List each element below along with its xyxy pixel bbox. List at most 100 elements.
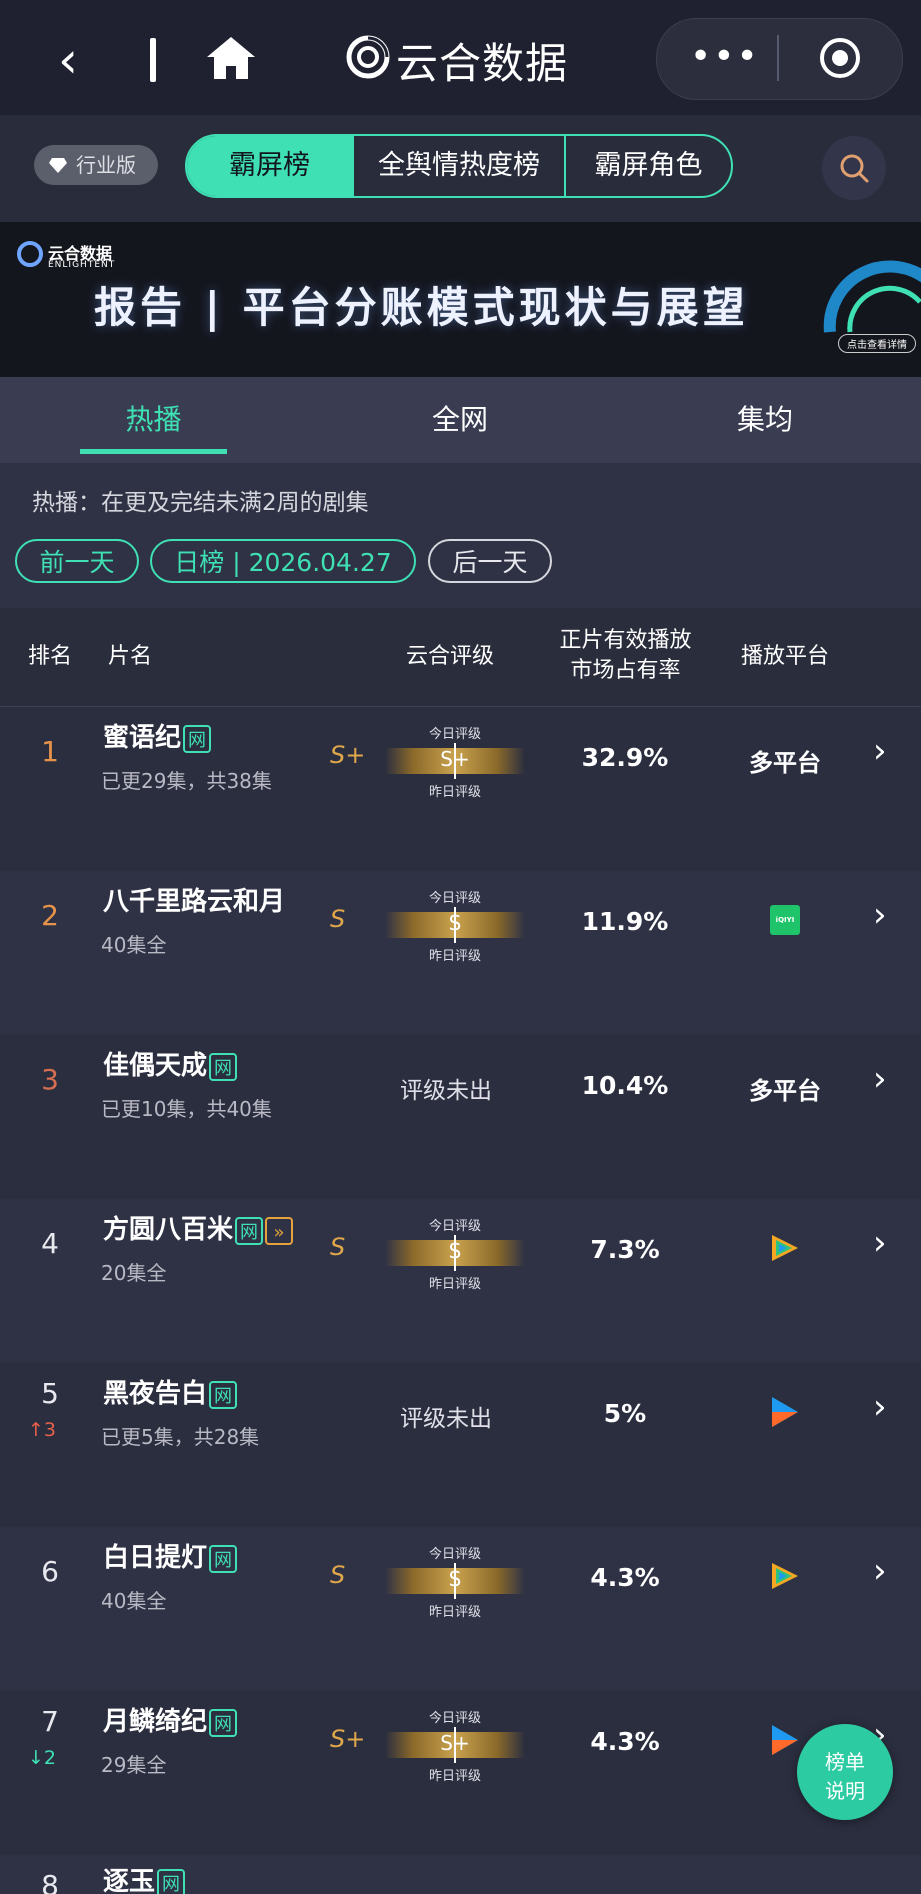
- table-row[interactable]: 4 方圆八百米网» 20集全 S 今日评级 S 昨日评级 7.3% ›: [0, 1199, 921, 1363]
- ranking-tab-group: 霸屏榜 全舆情热度榜 霸屏角色: [185, 134, 733, 198]
- grade-gauge: 今日评级 S+ 昨日评级: [385, 1701, 525, 1789]
- drama-name: 方圆八百米网»: [103, 1209, 294, 1246]
- episode-info: 40集全: [101, 933, 167, 957]
- drama-name: 黑夜告白网: [103, 1373, 238, 1410]
- rank-number: 5: [41, 1377, 59, 1410]
- close-target-icon[interactable]: [818, 36, 862, 80]
- home-icon[interactable]: [205, 35, 257, 81]
- rank-number: 4: [41, 1227, 59, 1260]
- market-share: 4.3%: [590, 1727, 660, 1756]
- rank-number: 3: [41, 1063, 59, 1096]
- grade-gauge: 今日评级 S+ 昨日评级: [385, 717, 525, 805]
- report-banner[interactable]: 云合数据 ENLIGHTENT 报告 | 平台分账模式现状与展望 点击查看详情: [0, 222, 921, 377]
- market-share: 10.4%: [581, 1071, 669, 1100]
- web-drama-tag: 网: [235, 1216, 264, 1245]
- banner-headline: 报告 | 平台分账模式现状与展望: [94, 283, 749, 332]
- drama-name: 白日提灯网: [103, 1537, 238, 1574]
- search-icon: [840, 154, 869, 183]
- chevron-right-icon[interactable]: ›: [873, 1551, 887, 1591]
- table-row[interactable]: 3 佳偶天成网 已更10集，共40集 评级未出 10.4% 多平台 ›: [0, 1035, 921, 1199]
- subtab-all-network[interactable]: 全网: [385, 377, 535, 463]
- rank-number: 6: [41, 1555, 59, 1588]
- web-drama-tag: 网: [209, 1380, 238, 1409]
- market-share: 32.9%: [581, 743, 669, 772]
- rank-number: 2: [41, 899, 59, 932]
- arrow-down-icon: ↓: [28, 1747, 44, 1769]
- hot-definition-note: 热播：在更及完结未满2周的剧集: [32, 490, 369, 516]
- grade-label: S+: [330, 741, 366, 769]
- arrow-up-icon: ↑: [28, 1419, 44, 1441]
- episode-info: 29集全: [101, 1753, 167, 1777]
- drama-name: 佳偶天成网: [103, 1045, 238, 1082]
- header-platform: 播放平台: [740, 644, 829, 669]
- subtab-episode-avg[interactable]: 集均: [690, 377, 840, 463]
- web-drama-tag: 网: [157, 1868, 186, 1894]
- banner-brand-sub: ENLIGHTENT: [48, 260, 116, 270]
- rank-change: ↑3: [28, 1419, 57, 1441]
- yunhe-logo-icon: [346, 35, 390, 79]
- web-drama-tag: 网: [209, 1544, 238, 1573]
- chevron-right-icon[interactable]: ›: [873, 1059, 887, 1099]
- table-row[interactable]: 5 ↑3 黑夜告白网 已更5集，共28集 评级未出 5% ›: [0, 1363, 921, 1527]
- next-day-button[interactable]: 后一天: [428, 539, 552, 583]
- table-row[interactable]: 7 ↓2 月鳞绮纪网 29集全 S+ 今日评级 S+ 昨日评级 4.3% ›: [0, 1691, 921, 1855]
- grade-label: S: [330, 1561, 346, 1589]
- chevron-right-icon[interactable]: ›: [873, 731, 887, 771]
- nav-divider: [150, 38, 156, 82]
- tab-roles[interactable]: 霸屏角色: [566, 136, 731, 196]
- drama-name: 月鳞绮纪网: [103, 1701, 238, 1738]
- iqiyi-icon: iQIYI: [770, 905, 800, 935]
- back-icon[interactable]: ‹: [58, 35, 78, 85]
- youku-icon: [772, 1397, 798, 1427]
- grade-gauge: 今日评级 S 昨日评级: [385, 881, 525, 969]
- web-drama-tag: 网: [209, 1708, 238, 1737]
- header-name: 片名: [107, 644, 152, 669]
- prev-day-button[interactable]: 前一天: [15, 539, 139, 583]
- header-share-line1: 正片有效播放: [559, 628, 692, 653]
- table-row[interactable]: 6 白日提灯网 40集全 S 今日评级 S 昨日评级 4.3% ›: [0, 1527, 921, 1691]
- rank-number: 1: [41, 735, 59, 768]
- grade-label: S+: [330, 1725, 366, 1753]
- tencent-video-icon: [772, 1563, 798, 1589]
- tab-public-opinion[interactable]: 全舆情热度榜: [354, 136, 564, 196]
- episode-info: 20集全: [101, 1261, 167, 1285]
- chevron-right-icon[interactable]: ›: [873, 895, 887, 935]
- date-selector[interactable]: 日榜 | 2026.04.27: [150, 539, 416, 583]
- web-drama-tag: 网: [209, 1052, 238, 1081]
- drama-name: 逐玉网: [103, 1861, 186, 1894]
- market-share: 11.9%: [581, 907, 669, 936]
- header-grade: 云合评级: [405, 644, 494, 669]
- diamond-icon: [49, 158, 67, 173]
- web-drama-tag: 网: [183, 724, 212, 753]
- episode-info: 已更5集，共28集: [101, 1425, 260, 1449]
- ranking-help-button[interactable]: 榜单 说明: [797, 1724, 893, 1820]
- grade-gauge: 今日评级 S 昨日评级: [385, 1209, 525, 1297]
- table-row[interactable]: 8 逐玉网: [0, 1855, 921, 1894]
- capsule-divider: [777, 35, 779, 81]
- search-button[interactable]: [822, 136, 886, 200]
- table-row[interactable]: 2 八千里路云和月 40集全 S 今日评级 S 昨日评级 11.9% iQIYI…: [0, 871, 921, 1035]
- episode-info: 40集全: [101, 1589, 167, 1613]
- banner-detail-button[interactable]: 点击查看详情: [838, 334, 916, 353]
- grade-pending: 评级未出: [400, 1406, 492, 1432]
- drama-name: 蜜语纪网: [103, 717, 212, 754]
- tab-bapin[interactable]: 霸屏榜: [187, 136, 352, 196]
- grade-label: S: [330, 1233, 346, 1261]
- table-row[interactable]: 1 蜜语纪网 已更29集，共38集 S+ 今日评级 S+ 昨日评级 32.9% …: [0, 707, 921, 871]
- chevron-right-icon[interactable]: ›: [873, 1223, 887, 1263]
- header-share-line2: 市场占有率: [570, 658, 681, 683]
- table-header: 排名 片名 云合评级 正片有效播放 市场占有率 播放平台: [0, 608, 921, 707]
- grade-gauge: 今日评级 S 昨日评级: [385, 1537, 525, 1625]
- more-icon[interactable]: •••: [690, 36, 760, 77]
- badge-label: 行业版: [76, 153, 136, 177]
- tencent-video-icon: [772, 1235, 798, 1261]
- play-tag-icon: »: [265, 1216, 294, 1245]
- episode-info: 已更10集，共40集: [101, 1097, 272, 1121]
- market-share: 7.3%: [590, 1235, 660, 1264]
- industry-edition-badge[interactable]: 行业版: [34, 145, 158, 185]
- chevron-right-icon[interactable]: ›: [873, 1387, 887, 1427]
- grade-label: S: [330, 905, 346, 933]
- episode-info: 已更29集，共38集: [101, 769, 272, 793]
- market-share: 4.3%: [590, 1563, 660, 1592]
- top-nav-bar: ‹ 云合数据 •••: [0, 0, 921, 115]
